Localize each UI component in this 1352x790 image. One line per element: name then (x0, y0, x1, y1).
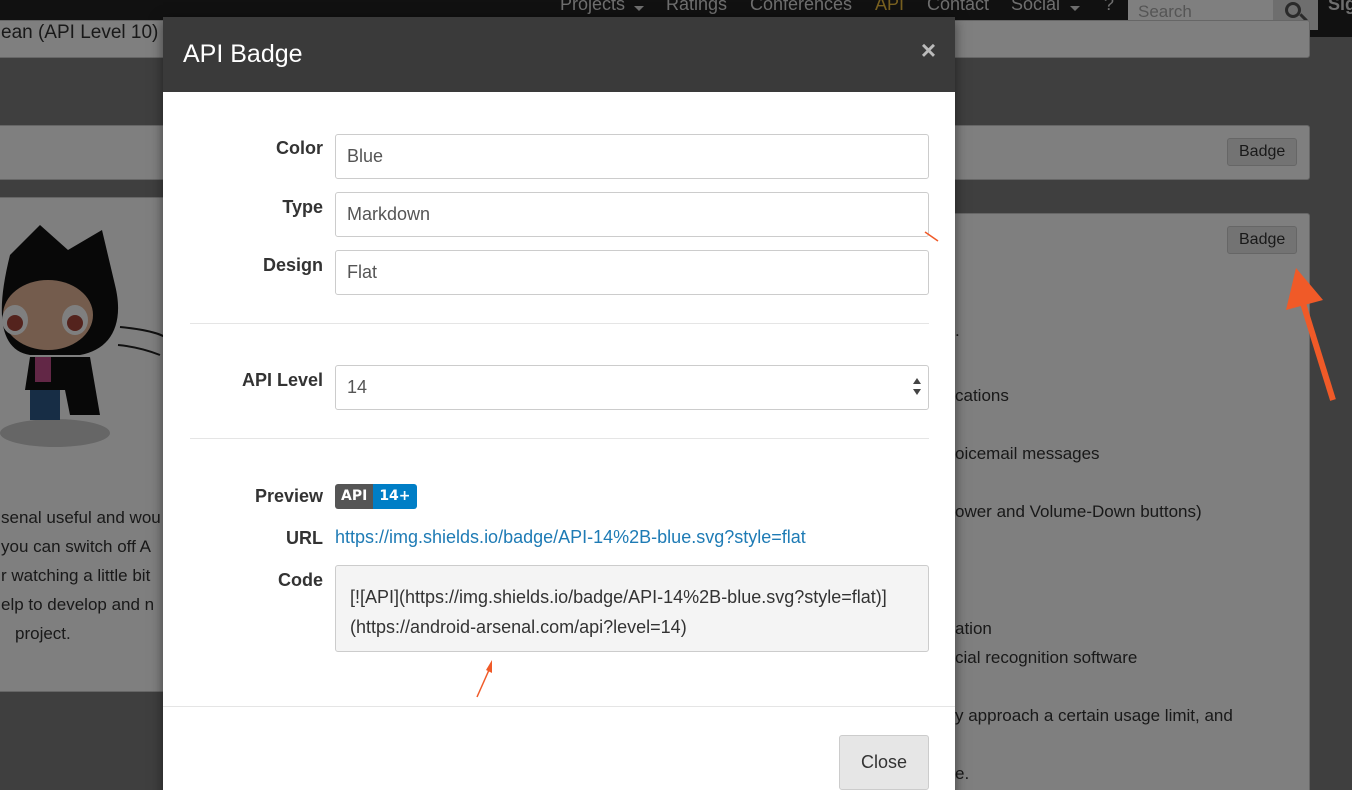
divider (190, 438, 929, 439)
divider (190, 323, 929, 324)
api-badge-preview: API 14+ (335, 484, 417, 509)
code-line-2: (https://android-arsenal.com/api?level=1… (350, 617, 687, 637)
design-label: Design (262, 255, 323, 275)
select-arrows-icon (913, 378, 923, 398)
color-select[interactable]: Blue (335, 134, 929, 179)
modal-header: API Badge × (163, 17, 955, 92)
type-select[interactable]: Markdown (335, 192, 929, 237)
close-button[interactable]: Close (839, 735, 929, 790)
modal-footer-divider (163, 706, 955, 707)
close-icon[interactable]: × (921, 35, 936, 66)
preview-label: Preview (254, 486, 323, 506)
badge-code-block[interactable]: [![API](https://img.shields.io/badge/API… (335, 565, 929, 652)
api-level-label: API Level (241, 370, 323, 390)
badge-label: API (335, 484, 374, 509)
badge-url-link[interactable]: https://img.shields.io/badge/API-14%2B-b… (335, 527, 806, 548)
badge-value: 14+ (373, 484, 417, 509)
type-label: Type (282, 197, 323, 217)
url-label: URL (286, 528, 323, 548)
color-label: Color (276, 138, 323, 158)
modal-title: API Badge (183, 40, 303, 68)
api-badge-modal: API Badge × Color Blue Type Markdown Des… (163, 17, 955, 790)
code-line-1: [![API](https://img.shields.io/badge/API… (350, 587, 887, 607)
api-level-value: 14 (347, 377, 368, 397)
design-select[interactable]: Flat (335, 250, 929, 295)
code-label: Code (278, 570, 323, 590)
api-level-select[interactable]: 14 (335, 365, 929, 410)
